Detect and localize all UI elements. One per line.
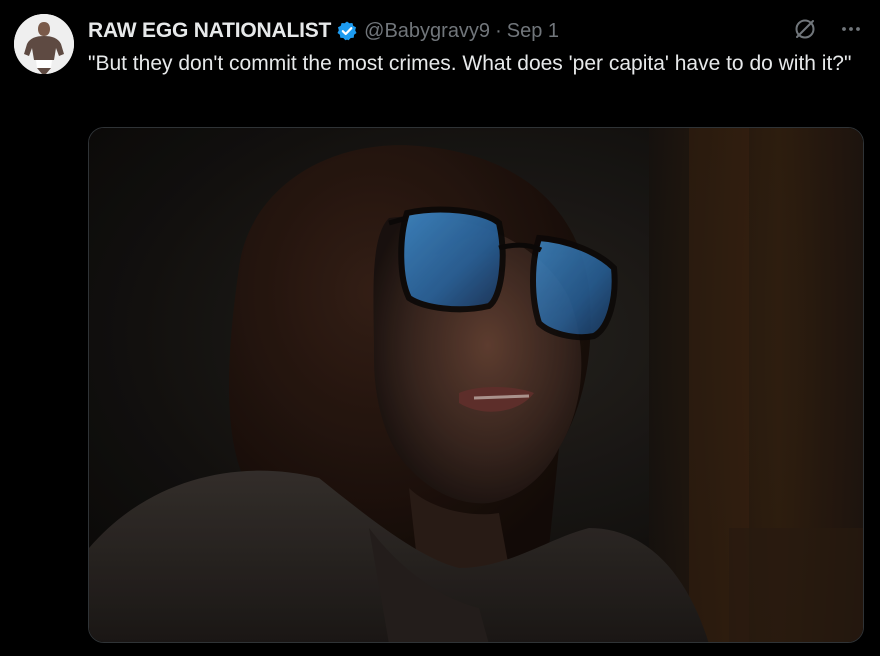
display-name[interactable]: RAW EGG NATIONALIST: [88, 19, 331, 43]
separator-dot: ·: [495, 19, 502, 42]
verified-badge-icon[interactable]: [336, 20, 358, 42]
media-photo: [89, 128, 863, 642]
tweet[interactable]: RAW EGG NATIONALIST @Babygravy9 · Sep 1: [0, 0, 880, 656]
grok-icon[interactable]: [792, 16, 818, 42]
tweet-actions: [792, 16, 864, 42]
tweet-text: "But they don't commit the most crimes. …: [88, 52, 852, 75]
handle[interactable]: @Babygravy9: [364, 20, 490, 43]
tweet-header: RAW EGG NATIONALIST @Babygravy9 · Sep 1: [88, 14, 559, 48]
avatar-image: [14, 14, 74, 74]
tweet-date[interactable]: Sep 1: [507, 20, 559, 43]
tweet-media-image[interactable]: [88, 127, 864, 643]
more-icon[interactable]: [838, 16, 864, 42]
avatar[interactable]: [14, 14, 74, 74]
